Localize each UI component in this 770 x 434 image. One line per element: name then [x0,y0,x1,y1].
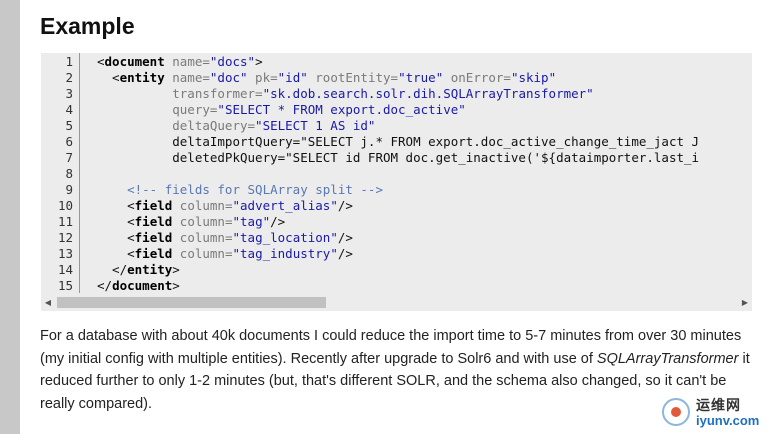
code-token-tag: field [134,198,173,213]
paragraph-emphasis: SQLArrayTransformer [596,350,739,367]
code-content[interactable]: <document name="docs"> <entity name="doc… [97,54,752,294]
scroll-left-arrow-icon[interactable]: ◀ [41,294,55,311]
line-number: 4 [65,102,73,117]
line-number: 12 [57,230,73,245]
code-token-value: "docs" [209,54,256,69]
line-number: 5 [65,118,73,133]
code-token-bracket: > [172,278,180,293]
code-token-value: "skip" [510,70,557,85]
watermark-domain-text: iyunv.com [696,413,760,428]
watermark-logo: 运维网 iyunv.com [662,394,766,430]
code-line: <field column="advert_alias"/> [97,198,752,214]
line-number: 14 [57,262,73,277]
code-token-attr: column= [172,230,233,245]
code-token-bracket: /> [337,198,353,213]
code-line: deltaImportQuery="SELECT j.* FROM export… [97,134,752,150]
code-line: deltaQuery="SELECT 1 AS id" [97,118,752,134]
code-token-tag: entity [127,262,173,277]
description-paragraph: For a database with about 40k documents … [40,325,752,415]
code-token-value: "tag_location" [232,230,338,245]
watermark-dot-icon [671,407,681,417]
line-number: 2 [65,70,73,85]
code-line: <entity name="doc" pk="id" rootEntity="t… [97,70,752,86]
code-token-tag: field [134,214,173,229]
code-token-plain: deletedPkQuery="SELECT id FROM doc.get_i… [97,150,700,165]
line-number: 3 [65,86,73,101]
left-gutter-bar [0,0,20,434]
code-line: <field column="tag_location"/> [97,230,752,246]
line-number: 11 [57,214,73,229]
code-token-value: "tag" [232,214,271,229]
code-token-bracket: /> [270,214,286,229]
line-number: 9 [65,182,73,197]
code-line: transformer="sk.dob.search.solr.dih.SQLA… [97,86,752,102]
code-token-value: "id" [277,70,308,85]
code-token-bracket: /> [337,246,353,261]
code-token-bracket: </ [97,278,113,293]
code-token-bracket: < [97,230,135,245]
code-line: </entity> [97,262,752,278]
code-token-attr: name= [164,70,210,85]
line-number: 10 [57,198,73,213]
line-number: 15 [57,278,73,293]
scroll-right-arrow-icon[interactable]: ▶ [738,294,752,311]
line-number-separator [79,53,80,293]
code-token-tag: document [112,278,173,293]
code-token-value: "sk.dob.search.solr.dih.SQLArrayTransfor… [262,86,594,101]
line-number-gutter: 1 2 3 4 5 6 7 8 9 10 11 12 13 14 15 [41,54,73,294]
code-token-comment: <!-- fields for SQLArray split --> [97,182,383,197]
code-line: <!-- fields for SQLArray split --> [97,182,752,198]
code-block[interactable]: 1 2 3 4 5 6 7 8 9 10 11 12 13 14 15 <document name="do… [41,53,752,311]
code-token-bracket: < [97,198,135,213]
line-number: 7 [65,150,73,165]
code-token-plain: deltaImportQuery="SELECT j.* FROM export… [97,134,700,149]
code-line: query="SELECT * FROM export.doc_active" [97,102,752,118]
code-token-value: "SELECT * FROM export.doc_active" [217,102,466,117]
code-token-attr: deltaQuery= [97,118,256,133]
line-number: 13 [57,246,73,261]
code-line: <document name="docs"> [97,54,752,70]
code-token-value: "doc" [209,70,248,85]
code-token-attr: query= [97,102,218,117]
code-token-attr: transformer= [97,86,263,101]
line-number: 8 [65,166,73,181]
code-token-tag: entity [119,70,165,85]
code-token-bracket: > [172,262,180,277]
watermark-chinese-text: 运维网 [696,398,741,414]
code-token-attr: onError= [443,70,511,85]
code-token-bracket: > [255,54,263,69]
line-number: 1 [65,54,73,69]
code-token-tag: document [104,54,165,69]
code-token-attr: pk= [247,70,278,85]
code-line: <field column="tag"/> [97,214,752,230]
code-token-tag: field [134,230,173,245]
code-token-tag: field [134,246,173,261]
page-title: Example [40,13,135,39]
code-token-bracket: < [97,70,120,85]
line-number: 6 [65,134,73,149]
code-line: </document> [97,278,752,294]
code-token-attr: column= [172,198,233,213]
code-token-bracket: < [97,246,135,261]
code-token-bracket: /> [337,230,353,245]
code-token-bracket: < [97,214,135,229]
code-token-value: "SELECT 1 AS id" [255,118,376,133]
code-line: deletedPkQuery="SELECT id FROM doc.get_i… [97,150,752,166]
code-token-bracket: </ [97,262,128,277]
code-token-attr: name= [164,54,210,69]
code-token-bracket: < [97,54,105,69]
code-token-attr: column= [172,246,233,261]
horizontal-scrollbar[interactable]: ◀ ▶ [41,294,752,311]
code-token-attr: column= [172,214,233,229]
code-line: <field column="tag_industry"/> [97,246,752,262]
code-token-value: "true" [398,70,444,85]
code-token-value: "advert_alias" [232,198,338,213]
code-token-attr: rootEntity= [307,70,399,85]
code-token-value: "tag_industry" [232,246,338,261]
scrollbar-thumb[interactable] [57,297,326,308]
